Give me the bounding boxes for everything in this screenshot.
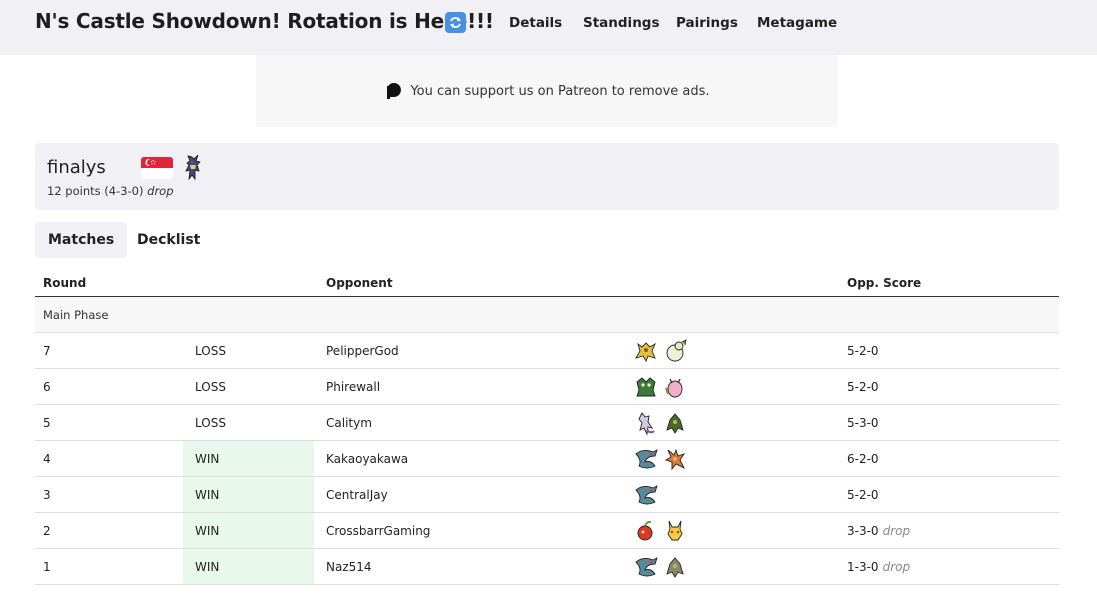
alakazam-sprite-icon bbox=[635, 342, 656, 363]
table-row: 6 LOSS Phirewall 5-2-0 bbox=[35, 369, 1059, 405]
dragapult-sprite-icon bbox=[635, 485, 658, 505]
result-cell: LOSS bbox=[183, 333, 314, 368]
opponent-deck-sprites[interactable] bbox=[633, 410, 688, 436]
table-row: 7 LOSS PelipperGod 5-2-0 bbox=[35, 333, 1059, 369]
round-number: 2 bbox=[43, 524, 51, 538]
nav-details[interactable]: Details bbox=[509, 15, 562, 31]
result-label: WIN bbox=[195, 560, 220, 574]
result-label: WIN bbox=[195, 524, 220, 538]
clefable-sprite-icon bbox=[665, 378, 683, 398]
table-row: 1 WIN Naz514 1-3-0 drop bbox=[35, 549, 1059, 585]
dragapult-sprite-icon bbox=[635, 449, 658, 469]
player-name: finalys bbox=[47, 157, 106, 178]
player-summary: 12 points (4-3-0) drop bbox=[47, 184, 174, 198]
round-number: 7 bbox=[43, 344, 51, 358]
result-label: LOSS bbox=[195, 416, 226, 430]
ad-banner: You can support us on Patreon to remove … bbox=[256, 55, 838, 127]
round-number: 1 bbox=[43, 560, 51, 574]
column-header-opp-score[interactable]: Opp. Score bbox=[847, 276, 921, 290]
opp-score: 1-3-0 drop bbox=[847, 560, 911, 574]
pikachu-sprite-icon bbox=[667, 520, 683, 541]
dragapult-sprite-icon bbox=[635, 557, 658, 577]
round-number: 4 bbox=[43, 452, 51, 466]
nav-pairings[interactable]: Pairings bbox=[676, 15, 738, 31]
round-number: 6 bbox=[43, 380, 51, 394]
opponent-deck-sprites[interactable] bbox=[633, 518, 688, 544]
ad-text[interactable]: You can support us on Patreon to remove … bbox=[410, 84, 709, 99]
opponent-link[interactable]: CrossbarrGaming bbox=[326, 524, 430, 538]
result-cell: WIN bbox=[183, 549, 314, 584]
round-number: 5 bbox=[43, 416, 51, 430]
column-header-opponent[interactable]: Opponent bbox=[326, 276, 393, 290]
opp-score: 5-2-0 bbox=[847, 344, 879, 358]
kartana-sprite-icon bbox=[666, 557, 684, 578]
phase-row: Main Phase bbox=[35, 297, 1059, 333]
opp-score: 3-3-0 drop bbox=[847, 524, 911, 538]
opp-score: 6-2-0 bbox=[847, 452, 879, 466]
decidueye-sprite-icon bbox=[636, 377, 656, 397]
singapore-flag-icon bbox=[141, 157, 173, 179]
table-row: 2 WIN CrossbarrGaming 3-3-0 drop bbox=[35, 513, 1059, 549]
result-cell: LOSS bbox=[183, 369, 314, 404]
opponent-link[interactable]: Calitym bbox=[326, 416, 372, 430]
result-cell: WIN bbox=[183, 441, 314, 476]
tab-matches[interactable]: Matches bbox=[35, 222, 128, 258]
opponent-deck-sprites[interactable] bbox=[633, 374, 688, 400]
result-cell: WIN bbox=[183, 513, 314, 548]
table-row: 3 WIN CentralJay 5-2-0 bbox=[35, 477, 1059, 513]
tab-decklist[interactable]: Decklist bbox=[124, 222, 213, 258]
top-bar: N's Castle Showdown! Rotation is Here!!!… bbox=[0, 0, 1097, 55]
result-label: WIN bbox=[195, 452, 220, 466]
opponent-link[interactable]: CentralJay bbox=[326, 488, 388, 502]
lucario-sprite-icon bbox=[180, 153, 206, 185]
table-row: 4 WIN Kakaoyakawa 6-2-0 bbox=[35, 441, 1059, 477]
ho-oh-sprite-icon bbox=[664, 448, 686, 471]
opponent-deck-sprites[interactable] bbox=[633, 446, 688, 472]
opp-score: 5-3-0 bbox=[847, 416, 879, 430]
patreon-link[interactable]: You can support us on Patreon to remove … bbox=[410, 84, 709, 99]
nav-standings[interactable]: Standings bbox=[583, 15, 660, 31]
result-label: LOSS bbox=[195, 344, 226, 358]
opp-score: 5-2-0 bbox=[847, 380, 879, 394]
applin-sprite-icon bbox=[637, 520, 653, 541]
result-cell: LOSS bbox=[183, 405, 314, 440]
opp-score: 5-2-0 bbox=[847, 488, 879, 502]
page-title: N's Castle Showdown! Rotation is Here!!! bbox=[35, 9, 494, 33]
table-row: 5 LOSS Calitym 5-3-0 bbox=[35, 405, 1059, 441]
nav-metagame[interactable]: Metagame bbox=[757, 15, 837, 31]
column-header-round[interactable]: Round bbox=[43, 276, 86, 290]
result-cell: WIN bbox=[183, 477, 314, 512]
result-label: WIN bbox=[195, 488, 220, 502]
refresh-icon[interactable] bbox=[445, 12, 466, 33]
opponent-link[interactable]: PelipperGod bbox=[326, 344, 399, 358]
drop-label: drop bbox=[147, 184, 174, 198]
opponent-link[interactable]: Kakaoyakawa bbox=[326, 452, 408, 466]
opponent-deck-sprites[interactable] bbox=[633, 482, 659, 508]
result-label: LOSS bbox=[195, 380, 226, 394]
mewtwo-sprite-icon bbox=[638, 412, 655, 436]
round-number: 3 bbox=[43, 488, 51, 502]
opponent-deck-sprites[interactable] bbox=[633, 554, 688, 580]
opponent-link[interactable]: Phirewall bbox=[326, 380, 380, 394]
player-card: finalys 12 points (4-3-0) drop bbox=[35, 143, 1059, 210]
smeargle-sprite-icon bbox=[666, 339, 687, 362]
opponent-link[interactable]: Naz514 bbox=[326, 560, 372, 574]
patreon-icon bbox=[387, 83, 402, 99]
phase-label: Main Phase bbox=[43, 308, 109, 322]
opponent-deck-sprites[interactable] bbox=[633, 338, 688, 364]
kartana-sprite-icon bbox=[666, 413, 684, 434]
